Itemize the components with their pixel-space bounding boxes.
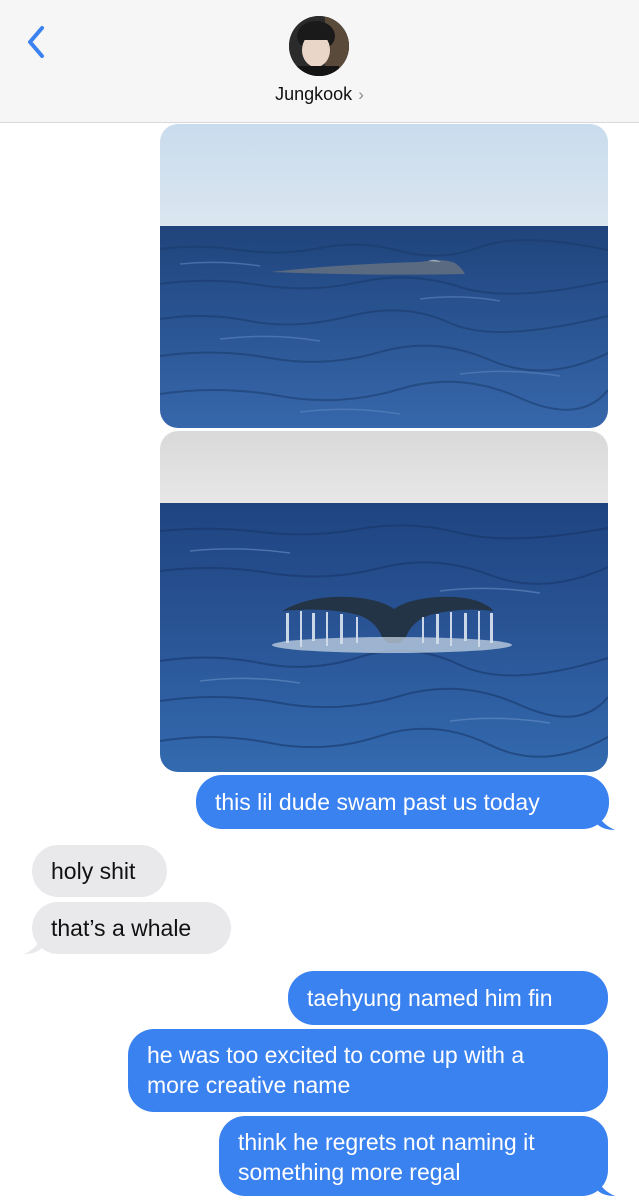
message-text: taehyung named him fin [307,985,553,1011]
message-text: this lil dude swam past us today [215,789,540,815]
message-line-2: something more regal [238,1159,461,1185]
whale-tail-photo[interactable] [160,431,608,772]
outgoing-message[interactable]: think he regrets not naming it something… [219,1116,608,1196]
message-line-2: more creative name [147,1072,351,1098]
avatar[interactable] [289,16,349,76]
conversation-header: Jungkook › [0,0,639,123]
message-line-1: he was too excited to come up with a [147,1042,525,1068]
chevron-right-icon: › [358,85,364,104]
bubble-tail [597,812,615,830]
contact-name: Jungkook [275,84,353,104]
message-text: holy shit [51,858,136,884]
outgoing-message[interactable]: he was too excited to come up with a mor… [128,1029,608,1112]
whale-surfacing-photo[interactable] [160,124,608,428]
contact-name-button[interactable]: Jungkook › [0,84,639,105]
chevron-left-icon [28,26,44,58]
outgoing-message[interactable]: taehyung named him fin [288,971,608,1025]
back-button[interactable] [20,20,54,64]
outgoing-message[interactable]: this lil dude swam past us today [196,775,609,829]
message-text: that’s a whale [51,915,192,941]
bubble-tail [597,1178,615,1196]
incoming-message[interactable]: that’s a whale [32,902,231,954]
message-line-1: think he regrets not naming it [238,1129,535,1155]
bubble-tail [24,936,42,954]
incoming-message[interactable]: holy shit [32,845,167,897]
